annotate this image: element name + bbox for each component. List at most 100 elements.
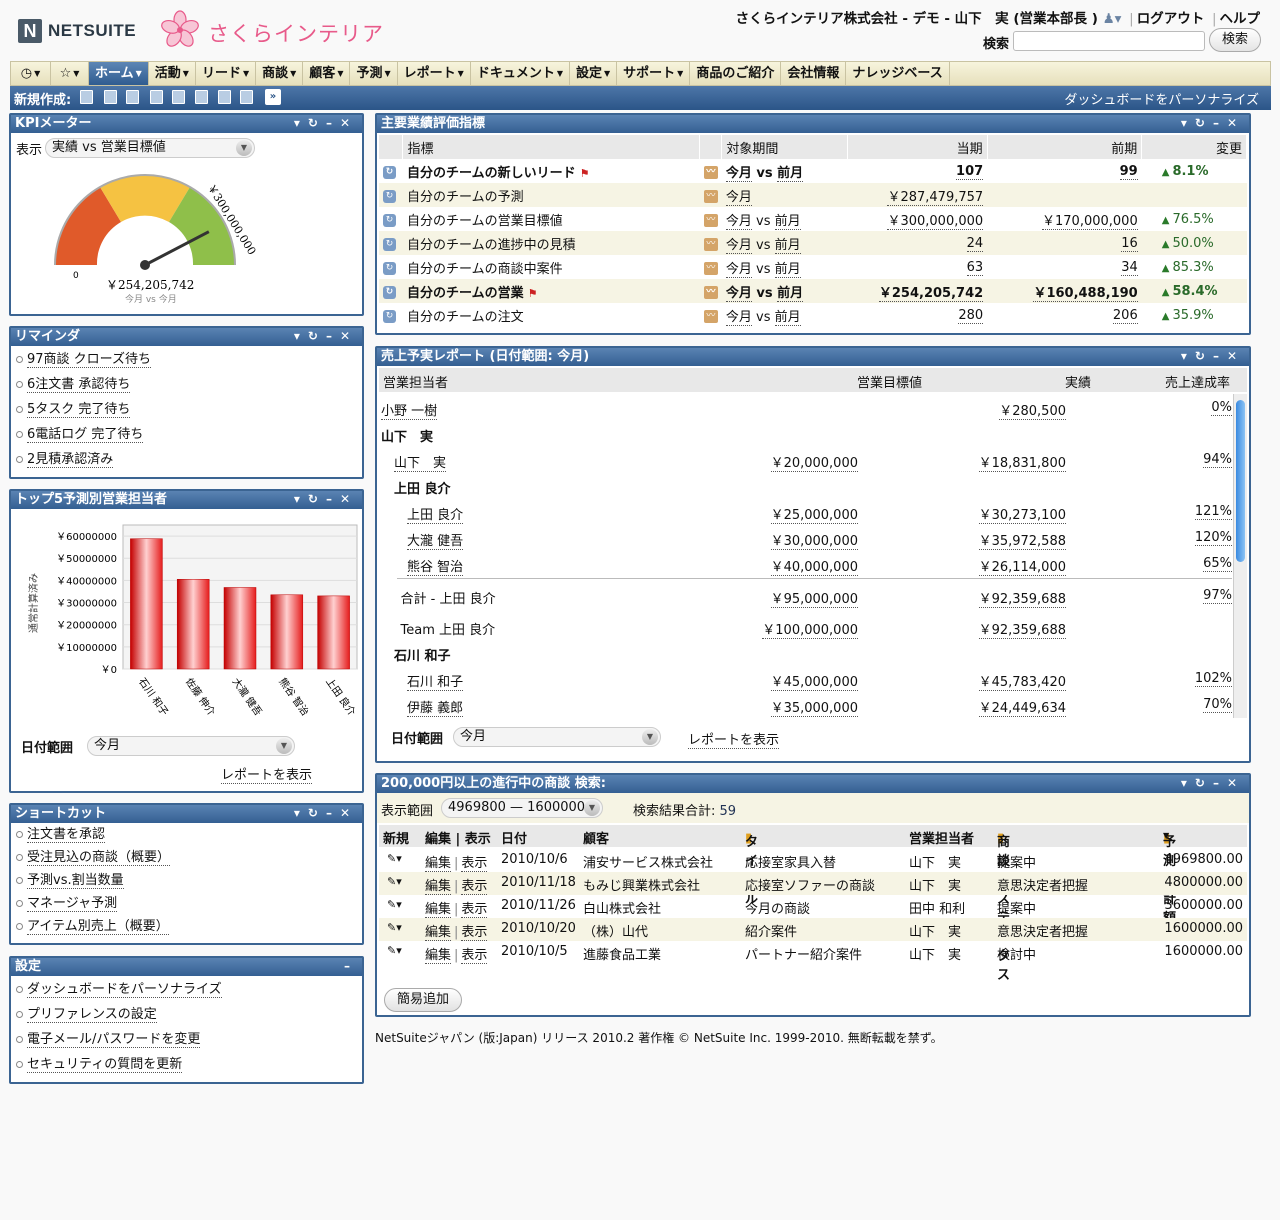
shortcut-item[interactable]: 予測vs.割当数量 <box>15 871 170 894</box>
edit-link[interactable]: 編集 <box>425 879 452 895</box>
new-activity-icon[interactable]: ✎▾ <box>387 852 402 865</box>
new-opportunity-icon[interactable] <box>172 90 185 104</box>
reminder-item[interactable]: 97商談 クローズ待ち <box>15 350 152 375</box>
new-event-icon[interactable] <box>80 90 93 104</box>
shortcut-item[interactable]: マネージャ予測 <box>15 894 170 917</box>
trend-chart-icon[interactable]: 〰 <box>703 286 718 299</box>
settings-link[interactable]: セキュリティの質問を更新 <box>27 1057 183 1073</box>
sr-rep-name[interactable]: 大瀧 健吾 <box>407 530 464 550</box>
shortcut-item[interactable]: アイテム別売上（概要） <box>15 917 170 940</box>
sr-rep-name[interactable]: 熊谷 智治 <box>407 556 464 576</box>
kpi-period-current[interactable]: 今月 <box>725 237 752 254</box>
kpi-current-value[interactable]: 63 <box>966 259 984 276</box>
kpi-period-previous[interactable]: 前月 <box>777 165 804 182</box>
deals-range-select[interactable]: 4969800 — 1600000 ▼ <box>441 798 603 818</box>
shortcut-link[interactable]: 受注見込の商談（概要） <box>27 850 171 866</box>
reminder-item[interactable]: 5タスク 完了待ち <box>15 400 151 425</box>
shortcut-item[interactable]: 受注見込の商談（概要） <box>15 848 171 871</box>
reminder-link[interactable]: 6電話ログ 完了待ち <box>27 427 144 443</box>
new-lead-icon[interactable] <box>150 90 163 104</box>
logout-link[interactable]: ログアウト <box>1137 11 1205 27</box>
kpi-previous-value[interactable]: ￥170,000,000 <box>1042 213 1138 230</box>
sr-target-value[interactable]: ￥35,000,000 <box>770 701 858 717</box>
sr-rate-value[interactable]: 120% <box>1194 530 1232 546</box>
sr-date-select[interactable]: 今月 ▼ <box>453 727 661 747</box>
kpi-period-previous[interactable]: 前月 <box>774 261 801 278</box>
settings-item[interactable]: プリファレンスの設定 <box>15 1005 222 1030</box>
user-roles-icon[interactable]: ♟▾ <box>1103 11 1122 27</box>
refresh-icon[interactable]: ↻ <box>383 310 396 323</box>
sr-target-value[interactable]: ￥20,000,000 <box>770 456 858 472</box>
kpi-current-value[interactable]: 24 <box>966 235 984 252</box>
sr-rate-value[interactable]: 97% <box>1203 588 1232 604</box>
portlet-controls[interactable]: ▾↻–✕ <box>294 805 358 822</box>
global-search-input[interactable] <box>1013 31 1205 51</box>
sr-rate-value[interactable]: 0% <box>1211 400 1232 416</box>
new-activity-icon[interactable]: ✎▾ <box>387 875 402 888</box>
refresh-icon[interactable]: ↻ <box>383 214 396 227</box>
edit-link[interactable]: 編集 <box>425 948 452 964</box>
kpi-current-value[interactable]: ￥300,000,000 <box>887 213 984 230</box>
nav-tab-10[interactable]: 商品のご紹介 <box>690 62 782 85</box>
portlet-controls[interactable]: ▾↻–✕ <box>1181 348 1245 365</box>
deals-header-rep[interactable]: 営業担当者 <box>909 828 974 847</box>
kpi-previous-value[interactable]: 206 <box>1112 307 1138 324</box>
sr-rep-name[interactable]: 小野 一樹 <box>381 400 438 420</box>
kpi-header-previous[interactable]: 前期 <box>987 135 1143 159</box>
sr-actual-value[interactable]: ￥280,500 <box>999 404 1066 420</box>
sr-header-rep[interactable]: 営業担当者 <box>383 372 448 391</box>
shortcut-link[interactable]: アイテム別売上（概要） <box>27 919 169 935</box>
portlet-controls[interactable]: ▾↻–✕ <box>1181 775 1245 792</box>
settings-link[interactable]: ダッシュボードをパーソナライズ <box>27 982 222 998</box>
search-button[interactable]: 検索 <box>1209 28 1261 52</box>
reminder-link[interactable]: 6注文書 承認待ち <box>27 377 131 393</box>
nav-tab-5[interactable]: 予測 ▼ <box>350 62 398 85</box>
reminder-item[interactable]: 2見積承認済み <box>15 450 151 475</box>
kpi-current-value[interactable]: ￥287,479,757 <box>887 189 984 206</box>
sr-header-target[interactable]: 営業目標値 <box>857 372 922 391</box>
new-activity-icon[interactable]: ✎▾ <box>387 944 402 957</box>
kpi-metric-select[interactable]: 実績 vs 営業目標値 ▼ <box>45 138 255 158</box>
sr-actual-value[interactable]: ￥26,114,000 <box>978 560 1066 576</box>
sr-rep-name[interactable]: 石川 和子 <box>407 671 464 691</box>
chart-bar[interactable] <box>270 594 304 670</box>
chart-bar[interactable] <box>176 579 210 670</box>
nav-tab-7[interactable]: ドキュメント ▼ <box>471 62 570 85</box>
help-link[interactable]: ヘルプ <box>1220 11 1261 27</box>
new-activity-icon[interactable]: ✎▾ <box>387 921 402 934</box>
sr-target-value[interactable]: ￥30,000,000 <box>770 534 858 550</box>
sr-actual-value[interactable]: ￥45,783,420 <box>978 675 1066 691</box>
kpi-header-period[interactable]: 対象期間 <box>721 135 848 159</box>
settings-link[interactable]: 電子メール/パスワードを変更 <box>27 1032 201 1048</box>
view-link[interactable]: 表示 <box>461 902 488 918</box>
refresh-icon[interactable]: ↻ <box>383 190 396 203</box>
sales-report-scrollbar[interactable] <box>1233 394 1247 718</box>
settings-item[interactable]: 電子メール/パスワードを変更 <box>15 1030 222 1055</box>
settings-item[interactable]: ダッシュボードをパーソナライズ <box>15 980 222 1005</box>
sr-actual-value[interactable]: ￥18,831,800 <box>978 456 1066 472</box>
sr-rep-name[interactable]: 山下 実 <box>394 452 447 472</box>
reminder-item[interactable]: 6注文書 承認待ち <box>15 375 151 400</box>
refresh-icon[interactable]: ↻ <box>383 166 396 179</box>
kpi-period-current[interactable]: 今月 <box>725 189 752 206</box>
sr-rate-value[interactable]: 70% <box>1203 697 1232 713</box>
chart-bar[interactable] <box>130 538 163 670</box>
nav-tab-6[interactable]: レポート ▼ <box>398 62 471 85</box>
view-link[interactable]: 表示 <box>461 948 488 964</box>
reminder-link[interactable]: 5タスク 完了待ち <box>27 402 131 418</box>
sr-target-value[interactable]: ￥40,000,000 <box>770 560 858 576</box>
nav-tab-8[interactable]: 設定 ▼ <box>570 62 618 85</box>
sr-actual-value[interactable]: ￥92,359,688 <box>978 592 1066 608</box>
sr-target-value[interactable]: ￥45,000,000 <box>770 675 858 691</box>
settings-link[interactable]: プリファレンスの設定 <box>27 1007 157 1023</box>
sr-rate-value[interactable]: 65% <box>1203 556 1232 572</box>
nav-tab-1[interactable]: 活動 ▼ <box>149 62 196 85</box>
portlet-controls[interactable]: ▾↻–✕ <box>294 328 358 345</box>
sr-actual-value[interactable]: ￥30,273,100 <box>978 508 1066 524</box>
kpi-previous-value[interactable]: 99 <box>1119 163 1138 180</box>
kpi-period-current[interactable]: 今月 <box>725 213 752 230</box>
sr-actual-value[interactable]: ￥35,972,588 <box>978 534 1066 550</box>
edit-link[interactable]: 編集 <box>425 902 452 918</box>
sr-actual-value[interactable]: ￥92,359,688 <box>978 623 1066 639</box>
kpi-previous-value[interactable]: 34 <box>1121 259 1138 276</box>
